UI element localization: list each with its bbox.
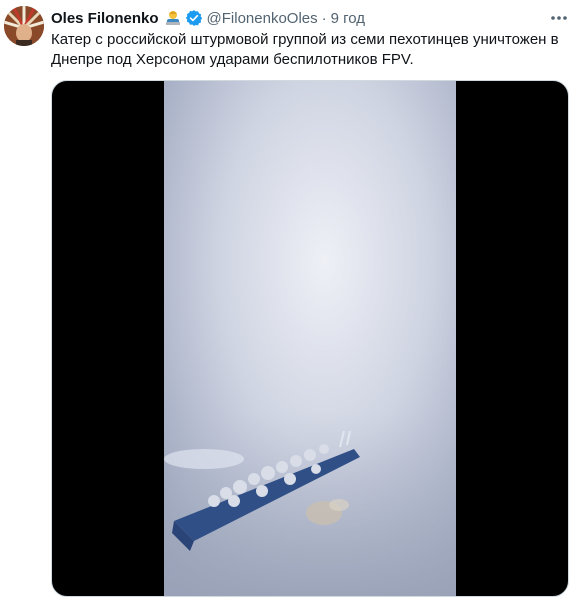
man-technologist-emoji-icon — [164, 9, 182, 27]
tweet-video[interactable] — [51, 80, 569, 597]
separator-dot: · — [321, 9, 327, 27]
author-name[interactable]: Oles Filonenko — [51, 10, 159, 27]
tweet-timestamp[interactable]: 9 год — [331, 10, 365, 27]
video-frame — [164, 81, 456, 596]
avatar-image — [4, 6, 44, 46]
avatar[interactable] — [4, 6, 44, 46]
more-horizontal-icon[interactable] — [548, 8, 570, 28]
author-handle[interactable]: @FilonenkoOles — [207, 10, 318, 27]
tweet: Oles Filonenko @FilonenkoOles · 9 год Ка… — [0, 0, 582, 603]
verified-badge-icon — [185, 9, 203, 27]
tweet-header: Oles Filonenko @FilonenkoOles · 9 год — [51, 8, 365, 28]
tweet-text: Катер с российской штурмовой группой из … — [51, 31, 559, 68]
